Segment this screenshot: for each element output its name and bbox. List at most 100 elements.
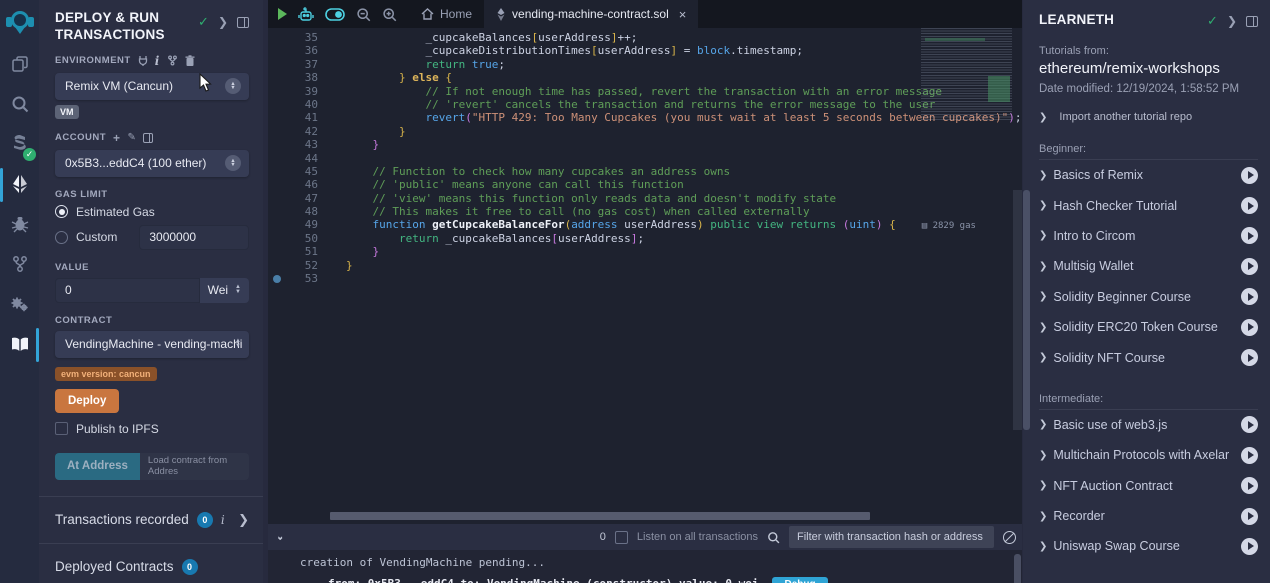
tutorial-play-button[interactable]	[1241, 258, 1258, 275]
editor-hscrollbar[interactable]	[330, 512, 870, 520]
editor-vscrollbar[interactable]	[1013, 190, 1022, 430]
panel-pin-icon[interactable]	[1246, 16, 1258, 27]
account-select[interactable]: 0x5B3...eddC4 (100 ether) ▲▼	[55, 150, 249, 177]
contract-select[interactable]: VendingMachine - vending-machin ▲▼	[55, 331, 249, 358]
environment-select[interactable]: Remix VM (Cancun) ▲▼	[55, 73, 249, 100]
code-line[interactable]: 44	[268, 152, 1022, 165]
debugger-icon[interactable]	[0, 204, 39, 244]
tutorial-item[interactable]: ❯Solidity Beginner Course	[1039, 282, 1258, 312]
search-icon[interactable]	[0, 84, 39, 124]
tutorial-play-button[interactable]	[1241, 167, 1258, 184]
code-line[interactable]: 48 // This makes it free to call (no gas…	[268, 205, 1022, 218]
deploy-button[interactable]: Deploy	[55, 389, 119, 413]
tutorial-item[interactable]: ❯Solidity NFT Course	[1039, 342, 1258, 372]
tutorial-play-button[interactable]	[1241, 416, 1258, 433]
code-line[interactable]: 53	[268, 272, 1022, 285]
fork-icon[interactable]	[167, 55, 178, 66]
chevron-right-icon[interactable]: ❯	[238, 512, 249, 528]
settings-icon[interactable]	[0, 284, 39, 324]
info-icon[interactable]: i	[221, 513, 225, 527]
import-repo-row[interactable]: ❯ Import another tutorial repo	[1039, 111, 1258, 123]
breakpoint-margin[interactable]	[268, 138, 286, 151]
code-editor[interactable]: 35 _cupcakeBalances[userAddress]++;36 _c…	[268, 28, 1022, 524]
deploy-run-icon[interactable]	[0, 164, 39, 204]
code-line[interactable]: 46 // 'public' means anyone can call thi…	[268, 178, 1022, 191]
breakpoint-margin[interactable]	[268, 71, 286, 84]
breakpoint-margin[interactable]	[268, 111, 286, 124]
debug-button[interactable]: Debug	[772, 577, 827, 583]
code-line[interactable]: 45 // Function to check how many cupcake…	[268, 165, 1022, 178]
tutorial-item[interactable]: ❯Intro to Circom	[1039, 221, 1258, 251]
tutorial-item[interactable]: ❯NFT Auction Contract	[1039, 471, 1258, 501]
tutorial-item[interactable]: ❯Uniswap Swap Course	[1039, 531, 1258, 561]
terminal-filter-input[interactable]: Filter with transaction hash or address	[789, 526, 994, 548]
breakpoint-margin[interactable]	[268, 58, 286, 71]
breakpoint-margin[interactable]	[268, 218, 286, 231]
run-script-icon[interactable]	[278, 8, 287, 20]
editor-minimap[interactable]	[921, 28, 1012, 120]
code-line[interactable]: 47 // 'view' means this function only re…	[268, 192, 1022, 205]
code-line[interactable]: 36 _cupcakeDistributionTimes[userAddress…	[268, 44, 1022, 57]
tutorial-item[interactable]: ❯Multisig Wallet	[1039, 251, 1258, 281]
learneth-scrollbar[interactable]	[1023, 190, 1030, 430]
git-branch-icon[interactable]	[0, 244, 39, 284]
tab-file[interactable]: vending-machine-contract.sol ×	[484, 0, 698, 28]
clear-terminal-icon[interactable]	[1003, 531, 1016, 544]
publish-ipfs-checkbox[interactable]	[55, 422, 68, 435]
tutorial-play-button[interactable]	[1241, 197, 1258, 214]
breakpoint-margin[interactable]	[268, 31, 286, 44]
tutorial-item[interactable]: ❯Basics of Remix	[1039, 160, 1258, 190]
edit-icon[interactable]: ✎	[128, 132, 137, 143]
zoom-in-icon[interactable]	[382, 7, 397, 22]
code-line[interactable]: 38 } else {	[268, 71, 1022, 84]
code-line[interactable]: 52}	[268, 259, 1022, 272]
breakpoint-margin[interactable]	[268, 192, 286, 205]
code-line[interactable]: 51 }	[268, 245, 1022, 258]
deployed-contracts-row[interactable]: Deployed Contracts 0	[39, 544, 263, 583]
breakpoint-margin[interactable]	[268, 232, 286, 245]
trash-icon[interactable]	[185, 55, 195, 66]
code-line[interactable]: 50 return _cupcakeBalances[userAddress];	[268, 232, 1022, 245]
tutorial-item[interactable]: ❯Recorder	[1039, 501, 1258, 531]
breakpoint-margin[interactable]	[268, 178, 286, 191]
breakpoint-margin[interactable]	[268, 44, 286, 57]
breakpoint-margin[interactable]	[268, 205, 286, 218]
terminal-output[interactable]: creation of VendingMachine pending... fr…	[268, 550, 1022, 583]
tutorial-play-button[interactable]	[1241, 508, 1258, 525]
code-line[interactable]: 43 }	[268, 138, 1022, 151]
info-icon[interactable]: i	[155, 54, 160, 68]
value-unit-select[interactable]: Wei ▲▼	[200, 278, 249, 303]
breakpoint-margin[interactable]	[268, 272, 286, 285]
tutorial-play-button[interactable]	[1241, 349, 1258, 366]
transactions-recorded-row[interactable]: Transactions recorded 0 i ❯	[39, 497, 263, 543]
code-line[interactable]: 37 return true;	[268, 58, 1022, 71]
panel-expand-icon[interactable]: ❯	[1227, 14, 1237, 28]
tab-home[interactable]: Home	[409, 0, 484, 28]
tutorial-item[interactable]: ❯Hash Checker Tutorial	[1039, 190, 1258, 220]
listen-all-checkbox[interactable]	[615, 531, 628, 544]
plus-icon[interactable]: +	[113, 131, 121, 145]
code-line[interactable]: 39 // If not enough time has passed, rev…	[268, 85, 1022, 98]
remix-logo-icon[interactable]	[0, 0, 39, 44]
panel-expand-icon[interactable]: ❯	[218, 15, 228, 29]
close-tab-icon[interactable]: ×	[679, 7, 687, 22]
file-explorer-icon[interactable]	[0, 44, 39, 84]
tutorial-item[interactable]: ❯Multichain Protocols with Axelar	[1039, 440, 1258, 470]
breakpoint-margin[interactable]	[268, 165, 286, 178]
custom-gas-radio[interactable]	[55, 231, 68, 244]
copy-icon[interactable]	[143, 133, 153, 143]
code-line[interactable]: 41 revert("HTTP 429: Too Many Cupcakes (…	[268, 111, 1022, 124]
at-address-input[interactable]: Load contract from Addres	[140, 453, 249, 480]
tutorial-play-button[interactable]	[1241, 477, 1258, 494]
tutorial-play-button[interactable]	[1241, 288, 1258, 305]
collapse-terminal-icon[interactable]: ⌄⌄	[276, 533, 282, 542]
breakpoint-margin[interactable]	[268, 98, 286, 111]
tutorial-play-button[interactable]	[1241, 447, 1258, 464]
code-line[interactable]: 42 }	[268, 125, 1022, 138]
breakpoint-margin[interactable]	[268, 259, 286, 272]
tutorial-play-button[interactable]	[1241, 227, 1258, 244]
tutorial-item[interactable]: ❯Basic use of web3.js	[1039, 410, 1258, 440]
terminal-scrollbar[interactable]	[1014, 554, 1021, 583]
terminal-search-icon[interactable]	[767, 531, 780, 544]
tutorial-play-button[interactable]	[1241, 538, 1258, 555]
